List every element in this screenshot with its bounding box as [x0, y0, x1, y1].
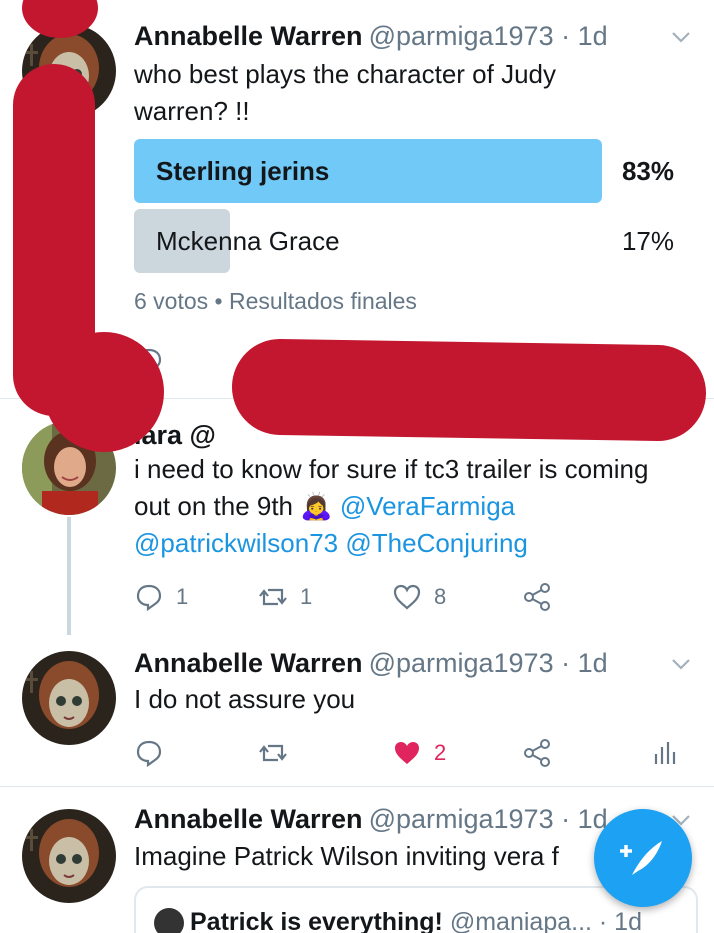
poll-option-1: Sterling jerins 83% — [134, 139, 674, 203]
doll-avatar-image — [22, 24, 116, 118]
tweet-actions: 2 — [134, 733, 679, 773]
quoted-display-name: Patrick is everything! — [190, 908, 443, 933]
display-name[interactable]: Annabelle Warren — [134, 648, 363, 678]
share-icon — [524, 583, 550, 611]
tweet-text-part: out on the 9th — [134, 491, 294, 521]
reply-count: 1 — [176, 584, 189, 609]
retweet-count: 1 — [300, 584, 313, 609]
avatar[interactable] — [22, 24, 116, 118]
avatar[interactable] — [22, 651, 116, 745]
analytics-icon — [654, 742, 676, 764]
tweet-header: iara @ — [134, 418, 216, 452]
reply-icon — [136, 584, 162, 612]
display-name[interactable]: Annabelle Warren — [134, 804, 363, 834]
mention-link[interactable]: @patrickwilson73 — [134, 528, 338, 558]
quoted-handle: @maniapa... · 1d — [449, 908, 642, 933]
compose-tweet-button[interactable] — [594, 809, 692, 907]
reply-button[interactable] — [134, 733, 164, 773]
retweet-icon — [259, 588, 287, 606]
like-icon — [393, 584, 421, 610]
retweet-button[interactable]: 1 — [258, 577, 312, 617]
chevron-down-icon[interactable] — [668, 651, 694, 677]
tweet-poll[interactable]: Annabelle Warren @parmiga1973 · 1d who be… — [0, 0, 714, 398]
tweet-text-line: @patrickwilson73 @TheConjuring — [134, 525, 694, 562]
analytics-button[interactable] — [649, 733, 679, 773]
avatar[interactable] — [22, 421, 116, 515]
tweet-header: Annabelle Warren @parmiga1973 · 1d — [134, 646, 608, 680]
share-button[interactable] — [522, 577, 552, 617]
display-name[interactable]: iara @ — [134, 420, 216, 450]
tweet-text: who best plays the character of Judy war… — [134, 59, 557, 126]
tweet-text: i need to know for sure if tc3 trailer i… — [134, 451, 694, 562]
doll-avatar-image — [22, 651, 116, 745]
share-icon — [524, 739, 550, 767]
share-button[interactable] — [522, 733, 552, 773]
tweet-reply[interactable]: iara @ i need to know for sure if tc3 tr… — [0, 399, 714, 635]
tweet-header: Annabelle Warren @parmiga1973 · 1d — [134, 802, 608, 836]
doll-avatar-image — [22, 809, 116, 903]
retweet-icon — [259, 744, 287, 762]
poll-option-percent: 17% — [621, 226, 674, 256]
like-button[interactable]: 2 — [392, 733, 446, 773]
handle-time: @parmiga1973 · 1d — [368, 648, 608, 678]
reply-icon[interactable] — [134, 346, 164, 376]
avatar[interactable] — [22, 809, 116, 903]
poll-option-label: Sterling jerins — [156, 156, 330, 186]
handle-time: @parmiga1973 · 1d — [368, 804, 608, 834]
tweet-header: Annabelle Warren @parmiga1973 · 1d — [134, 19, 608, 53]
poll-option-2: Mckenna Grace 17% — [134, 209, 674, 273]
poll-meta: 6 votos • Resultados finales — [134, 288, 417, 314]
display-name[interactable]: Annabelle Warren — [134, 21, 363, 51]
chevron-down-icon[interactable] — [668, 24, 694, 50]
tweet-actions: 1 1 8 — [134, 577, 679, 617]
emoji: 🙇‍♀️ — [300, 491, 333, 521]
handle-time: @parmiga1973 · 1d — [368, 21, 608, 51]
like-button[interactable]: 8 — [392, 577, 446, 617]
reply-icon — [136, 740, 162, 768]
tweet-reply[interactable]: Annabelle Warren @parmiga1973 · 1d I do n… — [0, 635, 714, 785]
reply-button[interactable]: 1 — [134, 577, 188, 617]
tweet-text: I do not assure you — [134, 684, 356, 714]
mention-link[interactable]: @VeraFarmiga — [340, 491, 515, 521]
tweet-text-line: i need to know for sure if tc3 trailer i… — [134, 454, 649, 484]
retweet-button[interactable] — [258, 733, 288, 773]
poll-option-percent: 83% — [621, 156, 674, 186]
compose-tweet-icon — [620, 841, 662, 875]
like-count: 8 — [434, 584, 447, 609]
thread-line — [67, 517, 71, 635]
quoted-avatar — [154, 908, 184, 933]
poll-option-label: Mckenna Grace — [156, 226, 340, 256]
like-icon — [395, 742, 419, 764]
like-count: 2 — [434, 740, 447, 765]
mention-link[interactable]: @TheConjuring — [345, 528, 527, 558]
tweet-text-line: out on the 9th 🙇‍♀️ @VeraFarmiga — [134, 488, 694, 525]
woman-avatar-image — [22, 421, 116, 515]
quoted-tweet-header: Patrick is everything! @maniapa... · 1d — [154, 908, 642, 933]
